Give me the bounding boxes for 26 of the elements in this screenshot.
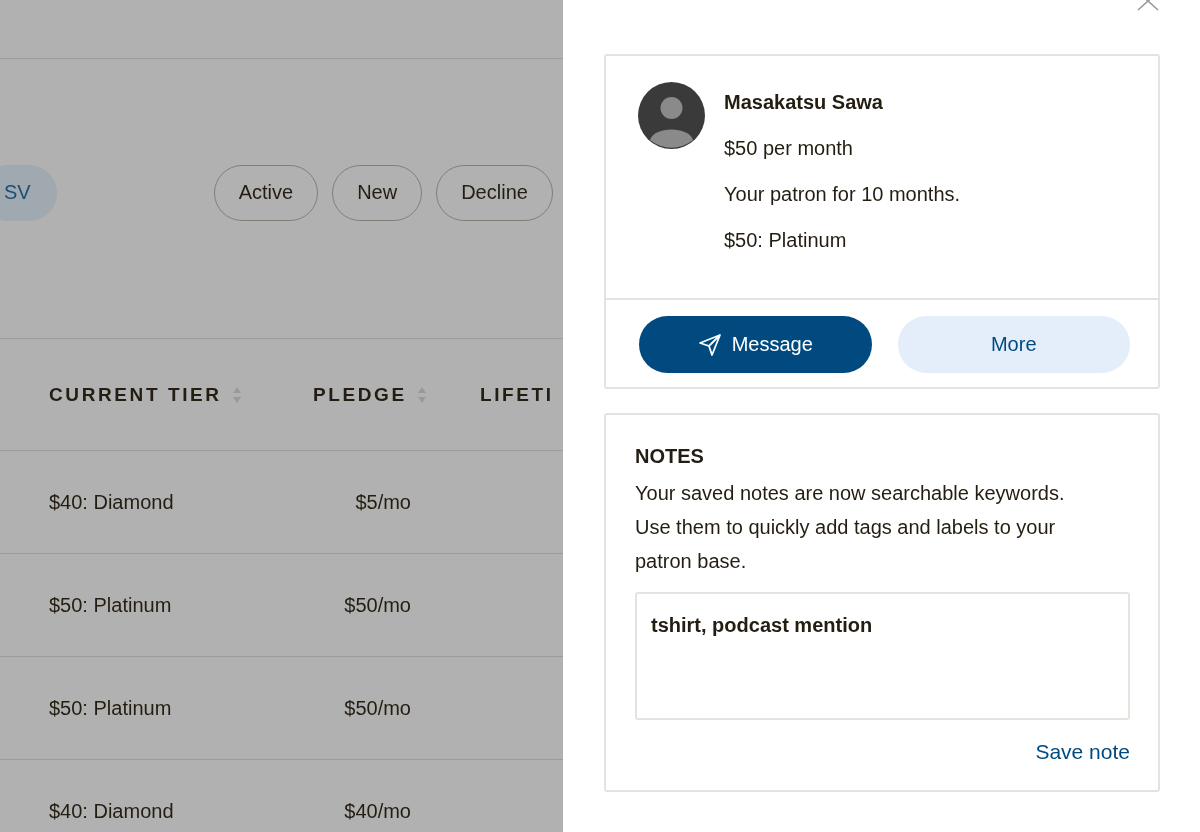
table-cell: $50: Platinum	[49, 696, 172, 719]
column-header[interactable]: PLEDGE	[313, 383, 407, 406]
pledge-amount: $50 per month	[724, 136, 853, 160]
more-button[interactable]: More	[897, 316, 1130, 373]
table-cell: $40/mo	[344, 799, 411, 822]
notes-field[interactable]: tshirt, podcast mention	[635, 592, 1130, 720]
patron-duration: Your patron for 10 months.	[724, 182, 961, 206]
tier-label: $50: Platinum	[724, 228, 847, 252]
patron-name: Masakatsu Sawa	[724, 90, 883, 114]
table-cell: $50/mo	[344, 696, 411, 719]
table-cell: $40: Diamond	[49, 799, 174, 822]
notes-description: Your saved notes are now searchable keywords. Use them to quickly add tags and labels to your patron base.	[635, 481, 1066, 574]
export-csv-button[interactable]: SV	[0, 164, 57, 221]
sort-icon[interactable]	[416, 385, 427, 404]
save-note-link[interactable]: Save note	[1035, 740, 1130, 764]
table-cell: $40: Diamond	[49, 490, 174, 513]
column-header[interactable]: LIFETI	[480, 383, 554, 406]
table-cell: $50/mo	[344, 593, 411, 616]
column-header[interactable]: CURRENT TIER	[49, 383, 222, 406]
table-cell: $5/mo	[355, 490, 411, 513]
message-button[interactable]: Message	[639, 316, 872, 373]
notes-heading: NOTES	[635, 445, 705, 468]
send-icon	[697, 332, 722, 357]
table-cell: $50: Platinum	[49, 593, 172, 616]
avatar	[638, 82, 705, 149]
sort-icon[interactable]	[231, 385, 242, 404]
